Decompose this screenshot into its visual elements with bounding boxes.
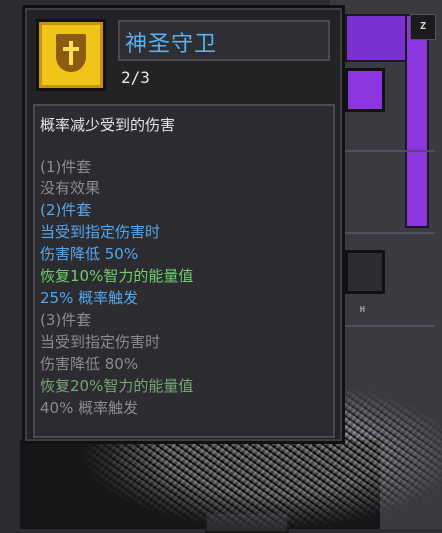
set2-trigger: 当受到指定伤害时 [40,223,161,241]
set3-energy-restore: 恢复20%智力的能量值 [40,377,194,395]
shield-shape [56,34,86,72]
divider [335,232,435,234]
set-piece-count: 2/3 [121,68,150,87]
divider [335,325,435,327]
set3-header: (3)件套 [40,311,92,329]
item-description: 概率减少受到的伤害 [40,116,176,134]
set2-header: (2)件套 [40,201,92,219]
set1-effect: 没有效果 [40,179,101,197]
set2-chance: 25% 概率触发 [40,289,139,307]
hotkey-h-badge: H [360,305,365,314]
holy-shield-icon [36,19,106,91]
equipment-slot[interactable] [345,250,385,294]
scrollbar[interactable] [405,14,429,228]
set3-damage-reduction: 伤害降低 80% [40,355,139,373]
item-name-box: 神圣守卫 [118,20,330,61]
set3-chance: 40% 概率触发 [40,399,139,417]
description-box: 概率减少受到的伤害 (1)件套 没有效果 (2)件套 当受到指定伤害时 伤害降低… [33,104,335,438]
set2-damage-reduction: 伤害降低 50% [40,245,139,263]
set1-header: (1)件套 [40,158,92,176]
set3-trigger: 当受到指定伤害时 [40,333,161,351]
item-name: 神圣守卫 [125,32,218,57]
hotkey-z-badge: Z [410,14,436,40]
divider [335,150,435,152]
set2-energy-restore: 恢复10%智力的能量值 [40,267,194,285]
equipment-slot[interactable] [345,68,385,112]
